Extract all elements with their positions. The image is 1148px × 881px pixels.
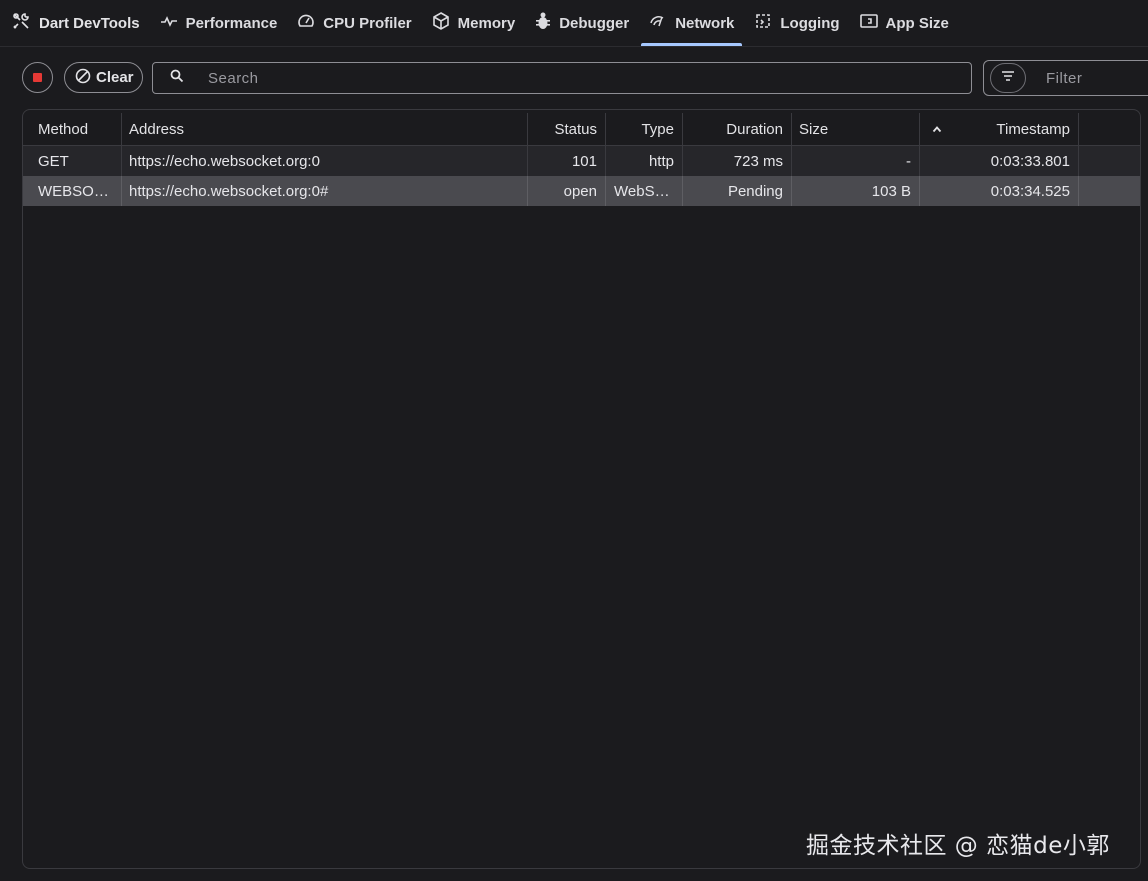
clear-label: Clear [96, 69, 134, 86]
tab-cpu-profiler[interactable]: CPU Profiler [287, 0, 421, 46]
tab-label: Logging [780, 14, 840, 32]
filter-button[interactable] [990, 63, 1026, 93]
top-navigation-bar: Dart DevTools Performance CPU Profiler M… [0, 0, 1148, 47]
clear-icon [75, 68, 96, 88]
column-header-timestamp[interactable]: Timestamp [920, 113, 1079, 146]
cell-duration: 723 ms [683, 146, 792, 176]
speedometer-icon [297, 13, 323, 33]
filter-icon [1001, 69, 1015, 87]
cell-duration: Pending [683, 176, 792, 206]
app-brand: Dart DevTools [0, 0, 150, 46]
column-header-address[interactable]: Address [122, 113, 528, 146]
column-header-method[interactable]: Method [23, 113, 122, 146]
column-header-type[interactable]: Type [606, 113, 683, 146]
tab-app-size[interactable]: App Size [850, 0, 959, 46]
app-title: Dart DevTools [39, 14, 140, 32]
tab-label: CPU Profiler [323, 14, 412, 32]
devtools-app: Dart DevTools Performance CPU Profiler M… [0, 0, 1148, 881]
timestamp-header-label: Timestamp [996, 120, 1070, 138]
app-size-icon [859, 13, 886, 33]
stop-recording-button[interactable] [22, 62, 53, 93]
tab-network[interactable]: Network [639, 0, 744, 46]
tab-label: Memory [457, 14, 516, 32]
cell-status: open [528, 176, 606, 206]
cell-address: https://echo.websocket.org:0 [122, 146, 528, 176]
cell-spacer [1079, 176, 1140, 206]
table-row[interactable]: GET https://echo.websocket.org:0 101 htt… [23, 146, 1140, 176]
cell-method: WEBSOC… [23, 176, 122, 206]
cell-type: http [606, 146, 683, 176]
search-icon [153, 69, 206, 88]
stop-icon [33, 73, 42, 82]
table-row-selected[interactable]: WEBSOC… https://echo.websocket.org:0# op… [23, 176, 1140, 206]
bug-icon [535, 12, 559, 34]
clear-button[interactable]: Clear [64, 62, 143, 93]
cell-timestamp: 0:03:33.801 [920, 146, 1079, 176]
tab-label: Debugger [559, 14, 630, 32]
column-header-duration[interactable]: Duration [683, 113, 792, 146]
tab-label: App Size [885, 14, 949, 32]
cell-status: 101 [528, 146, 606, 176]
search-input[interactable] [206, 68, 910, 88]
cell-type: WebSo… [606, 176, 683, 206]
tab-label: Performance [185, 14, 278, 32]
column-header-size[interactable]: Size [792, 113, 920, 146]
cell-size: - [792, 146, 920, 176]
tab-memory[interactable]: Memory [422, 0, 526, 46]
tools-icon [11, 11, 39, 35]
filter-input[interactable] [1044, 68, 1138, 88]
performance-icon [160, 14, 186, 32]
tab-logging[interactable]: Logging [744, 0, 849, 46]
table-header-row: Method Address Status Type Duration Size… [23, 113, 1140, 146]
cube-icon [432, 12, 458, 34]
column-spacer [1079, 113, 1140, 146]
cell-size: 103 B [792, 176, 920, 206]
watermark-text: 掘金技术社区 @ 恋猫de小郭 [806, 833, 1110, 859]
cell-address: https://echo.websocket.org:0# [122, 176, 528, 206]
tab-label: Network [675, 14, 735, 32]
column-header-status[interactable]: Status [528, 113, 606, 146]
filter-field[interactable] [983, 60, 1148, 96]
network-toolbar: Clear [0, 47, 1148, 109]
sort-ascending-icon [932, 125, 942, 133]
network-icon [649, 14, 675, 32]
tab-debugger[interactable]: Debugger [525, 0, 639, 46]
search-field[interactable] [152, 62, 972, 94]
cell-timestamp: 0:03:34.525 [920, 176, 1079, 206]
cell-method: GET [23, 146, 122, 176]
tab-performance[interactable]: Performance [150, 0, 288, 46]
network-requests-table: Method Address Status Type Duration Size… [22, 109, 1141, 869]
logging-icon [754, 12, 780, 34]
cell-spacer [1079, 146, 1140, 176]
